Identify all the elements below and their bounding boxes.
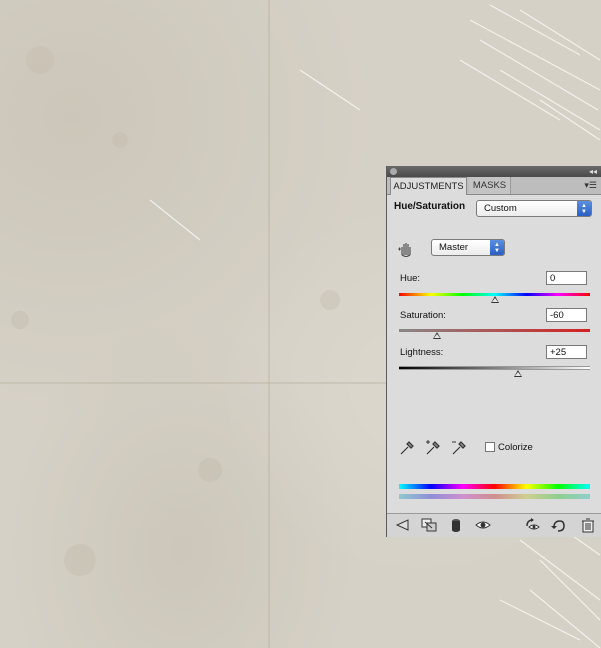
eyedropper-icon[interactable] bbox=[398, 439, 416, 457]
select-arrows-icon: ▲ ▼ bbox=[577, 201, 591, 216]
collapse-icon[interactable]: ◂◂ bbox=[589, 166, 597, 177]
panel-titlebar[interactable]: ◂◂ bbox=[387, 166, 601, 177]
visibility-circle-icon[interactable] bbox=[448, 517, 464, 533]
close-icon[interactable] bbox=[390, 168, 397, 175]
output-color-bar bbox=[399, 494, 590, 499]
saturation-label: Saturation: bbox=[400, 310, 446, 321]
lightness-slider-thumb[interactable] bbox=[514, 370, 523, 377]
hue-input[interactable]: 0 bbox=[546, 271, 587, 285]
input-color-bar bbox=[399, 484, 590, 489]
preset-select[interactable]: Custom ▲ ▼ bbox=[476, 200, 592, 217]
panel-menu-icon[interactable]: ▾☰ bbox=[584, 177, 597, 194]
hue-slider-thumb[interactable] bbox=[490, 296, 499, 303]
lightness-input[interactable]: +25 bbox=[546, 345, 587, 359]
tab-adjustments[interactable]: ADJUSTMENTS bbox=[390, 177, 467, 195]
eye-icon[interactable] bbox=[475, 517, 491, 533]
view-previous-icon[interactable] bbox=[524, 517, 540, 533]
adjustment-title: Hue/Saturation bbox=[394, 201, 466, 212]
preset-select-value: Custom bbox=[484, 203, 517, 214]
panel-footer bbox=[387, 513, 601, 537]
channel-select[interactable]: Master ▲ ▼ bbox=[431, 239, 505, 256]
canvas-seam-vertical bbox=[268, 0, 270, 648]
reset-icon[interactable] bbox=[550, 517, 566, 533]
lightness-slider-track[interactable] bbox=[399, 366, 590, 370]
colorize-label: Colorize bbox=[498, 442, 533, 453]
hue-label: Hue: bbox=[400, 273, 421, 284]
lightness-label: Lightness: bbox=[400, 347, 444, 358]
adjustments-panel: ◂◂ ADJUSTMENTS MASKS ▾☰ Hue/Saturation C… bbox=[386, 166, 601, 537]
saturation-slider-thumb[interactable] bbox=[433, 332, 442, 339]
eyedropper-add-icon[interactable] bbox=[424, 439, 442, 457]
targeted-adjustment-hand-icon[interactable] bbox=[397, 240, 415, 258]
eyedropper-subtract-icon[interactable] bbox=[450, 439, 468, 457]
trash-icon[interactable] bbox=[580, 517, 596, 533]
saturation-slider-track[interactable] bbox=[399, 329, 590, 332]
channel-select-value: Master bbox=[439, 242, 469, 253]
back-arrow-icon[interactable] bbox=[394, 517, 410, 533]
select-arrows-icon: ▲ ▼ bbox=[490, 240, 504, 255]
tab-masks[interactable]: MASKS bbox=[469, 177, 511, 194]
colorize-checkbox[interactable] bbox=[485, 442, 495, 452]
panel-tabs: ADJUSTMENTS MASKS ▾☰ bbox=[387, 177, 601, 195]
clip-to-layer-icon[interactable] bbox=[421, 517, 437, 533]
saturation-input[interactable]: -60 bbox=[546, 308, 587, 322]
